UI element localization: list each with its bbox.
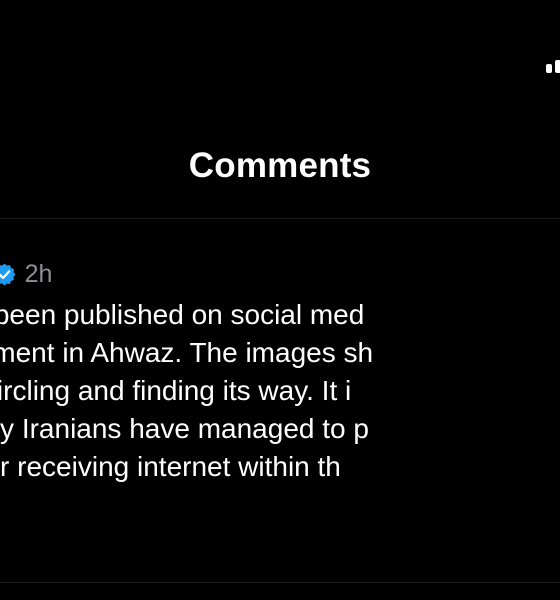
comment-line: k dish circling and finding its way. It …: [0, 375, 352, 406]
comments-screen: Comments official 2h eo has been publish…: [0, 0, 560, 600]
comment-line: eo has been published on social med: [0, 299, 365, 330]
comment-header: official 2h: [0, 256, 560, 292]
comment-timestamp: 2h: [24, 259, 53, 288]
comment-line: ow many Iranians have managed to p: [0, 413, 369, 444]
status-dot: [546, 64, 552, 73]
comment-line: k equipment in Ahwaz. The images sh: [0, 337, 374, 368]
comment-text: eo has been published on social med k eq…: [0, 296, 560, 486]
verified-badge-icon: [0, 262, 17, 287]
status-bar-icon: [546, 60, 560, 76]
comment-line: s tool for receiving internet within th: [0, 451, 341, 482]
see-original-link[interactable]: ginal: [0, 498, 560, 527]
page-title: Comments: [188, 146, 372, 185]
status-bar-segment: [555, 60, 560, 73]
header-divider: [0, 218, 560, 219]
comment-divider: [0, 582, 560, 583]
comment-item[interactable]: official 2h eo has been published on soc…: [0, 256, 560, 527]
